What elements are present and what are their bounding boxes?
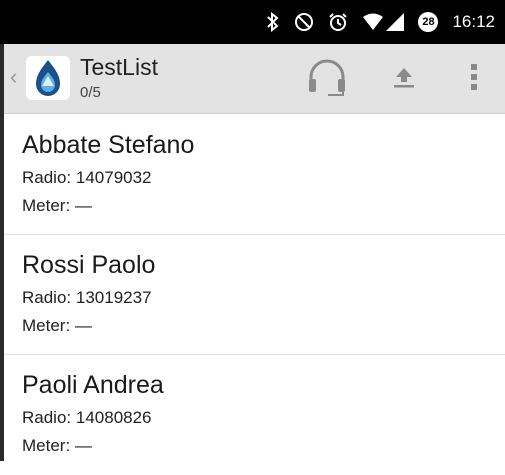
meter-value: — (74, 196, 92, 215)
radio-value: 14079032 (75, 168, 152, 187)
do-not-disturb-icon (294, 12, 314, 32)
overflow-menu-icon (470, 63, 478, 96)
list-item[interactable]: Paoli Andrea Radio: 14080826 Meter: — (4, 355, 505, 475)
radio-label: Radio: (22, 288, 72, 307)
meter-label: Meter: (22, 316, 71, 335)
radio-value: 13019237 (75, 288, 152, 307)
meter-value: — (74, 436, 92, 455)
headphones-icon (306, 57, 348, 102)
radio-label: Radio: (22, 168, 72, 187)
item-radio: Radio: 13019237 (22, 285, 505, 311)
wifi-icon (362, 13, 384, 31)
item-meter: Meter: — (22, 433, 505, 459)
upload-button[interactable] (374, 44, 434, 114)
item-meter: Meter: — (22, 193, 505, 219)
notification-count-badge: 28 (418, 12, 439, 32)
meter-label: Meter: (22, 196, 71, 215)
bluetooth-icon (266, 12, 280, 32)
item-name: Paoli Andrea (22, 371, 164, 399)
item-name: Rossi Paolo (22, 251, 156, 279)
item-name: Abbate Stefano (22, 131, 195, 159)
action-bar: ‹ TestList 0/5 (4, 44, 505, 114)
page-title: TestList (80, 54, 158, 80)
notification-count: 28 (418, 12, 439, 32)
contact-list: Abbate Stefano Radio: 14079032 Meter: — … (4, 115, 505, 475)
item-radio: Radio: 14079032 (22, 165, 505, 191)
signal-icon (386, 13, 405, 31)
app-logo-icon[interactable] (26, 56, 70, 100)
page-subtitle: 0/5 (80, 84, 101, 101)
list-item[interactable]: Abbate Stefano Radio: 14079032 Meter: — (4, 115, 505, 235)
radio-value: 14080826 (75, 408, 152, 427)
alarm-icon (328, 12, 348, 32)
overflow-menu-button[interactable] (449, 44, 499, 114)
meter-label: Meter: (22, 436, 71, 455)
upload-icon (391, 64, 417, 95)
up-chevron-icon[interactable]: ‹ (10, 64, 17, 90)
list-item[interactable]: Rossi Paolo Radio: 13019237 Meter: — (4, 235, 505, 355)
meter-value: — (74, 316, 92, 335)
headphones-button[interactable] (292, 44, 362, 114)
status-bar: 28 16:12 (0, 0, 505, 44)
radio-label: Radio: (22, 408, 72, 427)
item-meter: Meter: — (22, 313, 505, 339)
status-time: 16:12 (452, 12, 495, 31)
item-radio: Radio: 14080826 (22, 405, 505, 431)
